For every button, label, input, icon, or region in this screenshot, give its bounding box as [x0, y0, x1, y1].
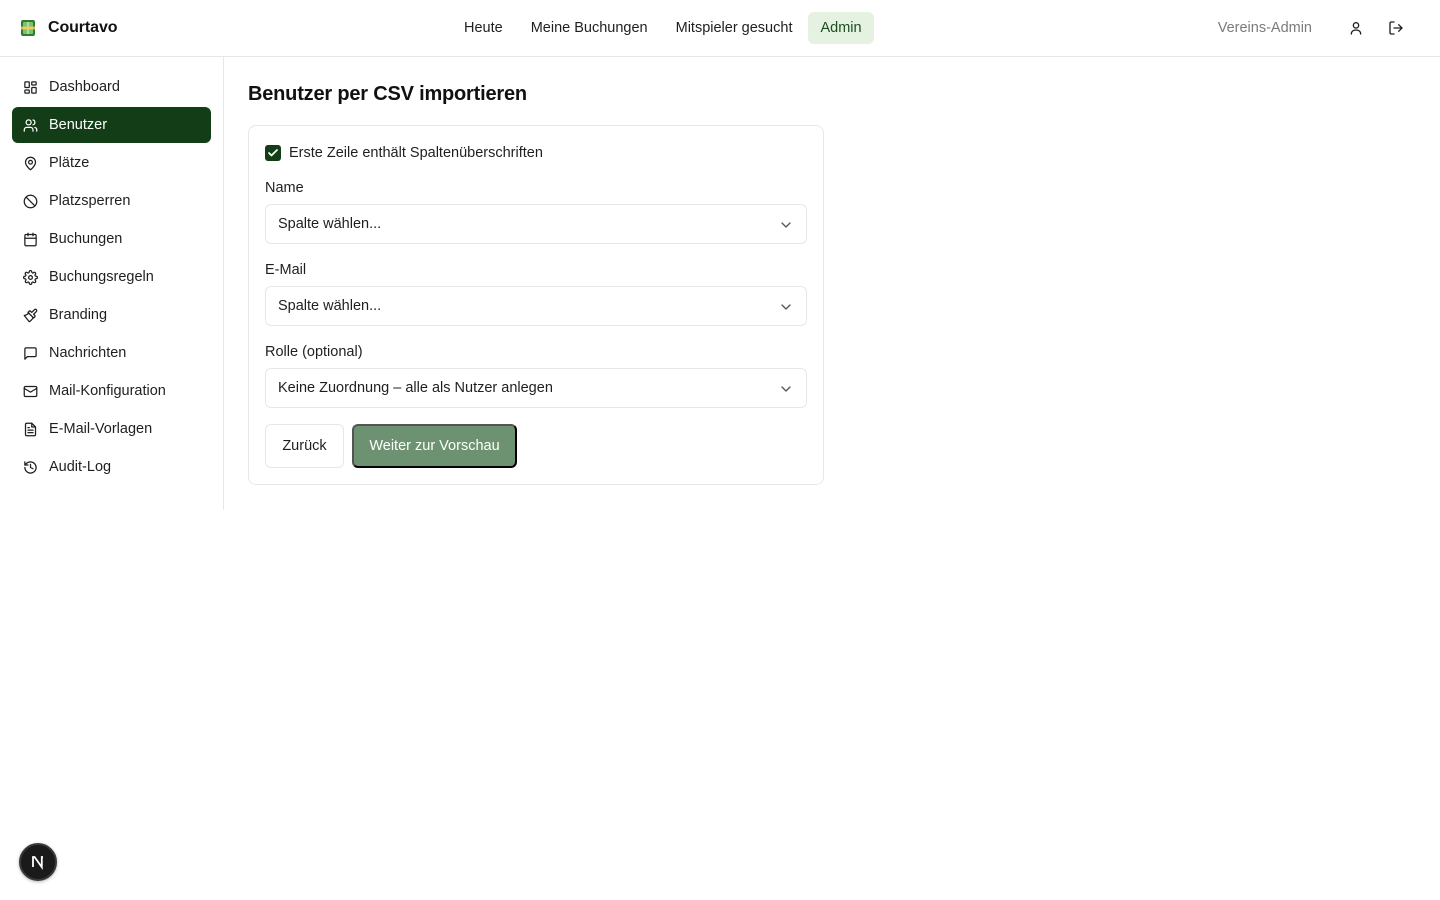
sidebar-item-branding[interactable]: Branding: [12, 297, 211, 333]
sidebar-item-label: Branding: [49, 307, 108, 323]
sidebar-item-label: Benutzer: [49, 117, 108, 133]
check-icon: [268, 149, 278, 157]
nav-admin[interactable]: Admin: [808, 12, 874, 44]
settings-icon: [23, 269, 38, 285]
logout-button[interactable]: [1380, 12, 1412, 44]
role-label: Vereins-Admin: [1217, 20, 1312, 36]
brand[interactable]: Courtavo: [20, 18, 118, 38]
role-column-select-value: Keine Zuordnung – alle als Nutzer anlege…: [278, 380, 553, 396]
email-column-select[interactable]: Spalte wählen...: [265, 286, 807, 326]
sidebar-item-label: Buchungen: [49, 231, 123, 247]
chevron-down-icon: [781, 386, 791, 392]
app-name: Courtavo: [48, 19, 118, 36]
sidebar-item-buchungsregeln[interactable]: Buchungsregeln: [12, 259, 211, 295]
header-row-checkbox[interactable]: [265, 145, 281, 161]
top-navigation: Heute Meine Buchungen Mitspieler gesucht…: [452, 12, 874, 44]
chevron-down-icon: [781, 304, 791, 310]
sidebar-item-label: Mail-Konfiguration: [49, 383, 166, 399]
history-icon: [24, 460, 37, 474]
chevron-down-icon: [781, 222, 791, 228]
sidebar-item-label: Dashboard: [49, 79, 120, 95]
dashboard-icon: [24, 80, 37, 94]
continue-to-preview-button[interactable]: Weiter zur Vorschau: [352, 424, 517, 468]
email-column-select-value: Spalte wählen...: [278, 298, 382, 314]
sidebar-item-label: Audit-Log: [49, 459, 112, 475]
admin-sidebar: Dashboard Benutzer Plätze Platzsperren B…: [0, 57, 224, 510]
sidebar-item-audit-log[interactable]: Audit-Log: [12, 449, 211, 485]
calendar-icon: [24, 232, 37, 246]
sidebar-item-label: Nachrichten: [49, 345, 127, 361]
nextjs-dev-badge[interactable]: [19, 843, 57, 881]
message-icon: [24, 346, 37, 360]
sidebar-item-benutzer[interactable]: Benutzer: [12, 107, 211, 143]
user-area: Vereins-Admin: [1218, 12, 1412, 44]
sidebar-item-label: E-Mail-Vorlagen: [49, 421, 153, 437]
header-row-checkbox-label: Erste Zeile enthält Spaltenüberschriften: [289, 145, 543, 161]
email-field-label: E-Mail: [265, 262, 307, 278]
sidebar-item-label: Plätze: [49, 155, 90, 171]
sidebar-item-label: Buchungsregeln: [49, 269, 154, 285]
sidebar-item-label: Platzsperren: [49, 193, 131, 209]
nav-heute[interactable]: Heute: [452, 12, 515, 44]
mail-icon: [23, 385, 38, 397]
logout-icon: [1389, 21, 1403, 35]
map-pin-icon: [24, 156, 37, 170]
top-bar: Courtavo Heute Meine Buchungen Mitspiele…: [0, 0, 1440, 57]
name-field-label: Name: [265, 180, 304, 196]
sidebar-item-mail-konfiguration[interactable]: Mail-Konfiguration: [12, 373, 211, 409]
tennis-court-logo-icon: [21, 20, 35, 36]
ban-icon: [23, 194, 38, 208]
csv-import-form: Erste Zeile enthält Spaltenüberschriften…: [248, 125, 824, 485]
back-button[interactable]: Zurück: [265, 424, 344, 468]
name-column-select[interactable]: Spalte wählen...: [265, 204, 807, 244]
page-title: Benutzer per CSV importieren: [248, 83, 527, 105]
sidebar-item-buchungen[interactable]: Buchungen: [12, 221, 211, 257]
file-text-icon: [24, 422, 37, 436]
users-icon: [23, 118, 38, 132]
paintbrush-icon: [23, 308, 38, 322]
role-field-label: Rolle (optional): [265, 344, 363, 360]
name-column-select-value: Spalte wählen...: [278, 216, 382, 232]
sidebar-item-dashboard[interactable]: Dashboard: [12, 69, 211, 105]
profile-button[interactable]: [1340, 12, 1372, 44]
sidebar-item-email-vorlagen[interactable]: E-Mail-Vorlagen: [12, 411, 211, 447]
sidebar-item-platzsperren[interactable]: Platzsperren: [12, 183, 211, 219]
role-column-select[interactable]: Keine Zuordnung – alle als Nutzer anlege…: [265, 368, 807, 408]
nav-mitspieler-gesucht[interactable]: Mitspieler gesucht: [664, 12, 805, 44]
user-icon: [1350, 22, 1362, 35]
nextjs-logo-icon: [32, 856, 43, 871]
sidebar-item-nachrichten[interactable]: Nachrichten: [12, 335, 211, 371]
nav-meine-buchungen[interactable]: Meine Buchungen: [519, 12, 660, 44]
header-row-checkbox-row[interactable]: Erste Zeile enthält Spaltenüberschriften: [265, 144, 543, 162]
sidebar-item-plaetze[interactable]: Plätze: [12, 145, 211, 181]
